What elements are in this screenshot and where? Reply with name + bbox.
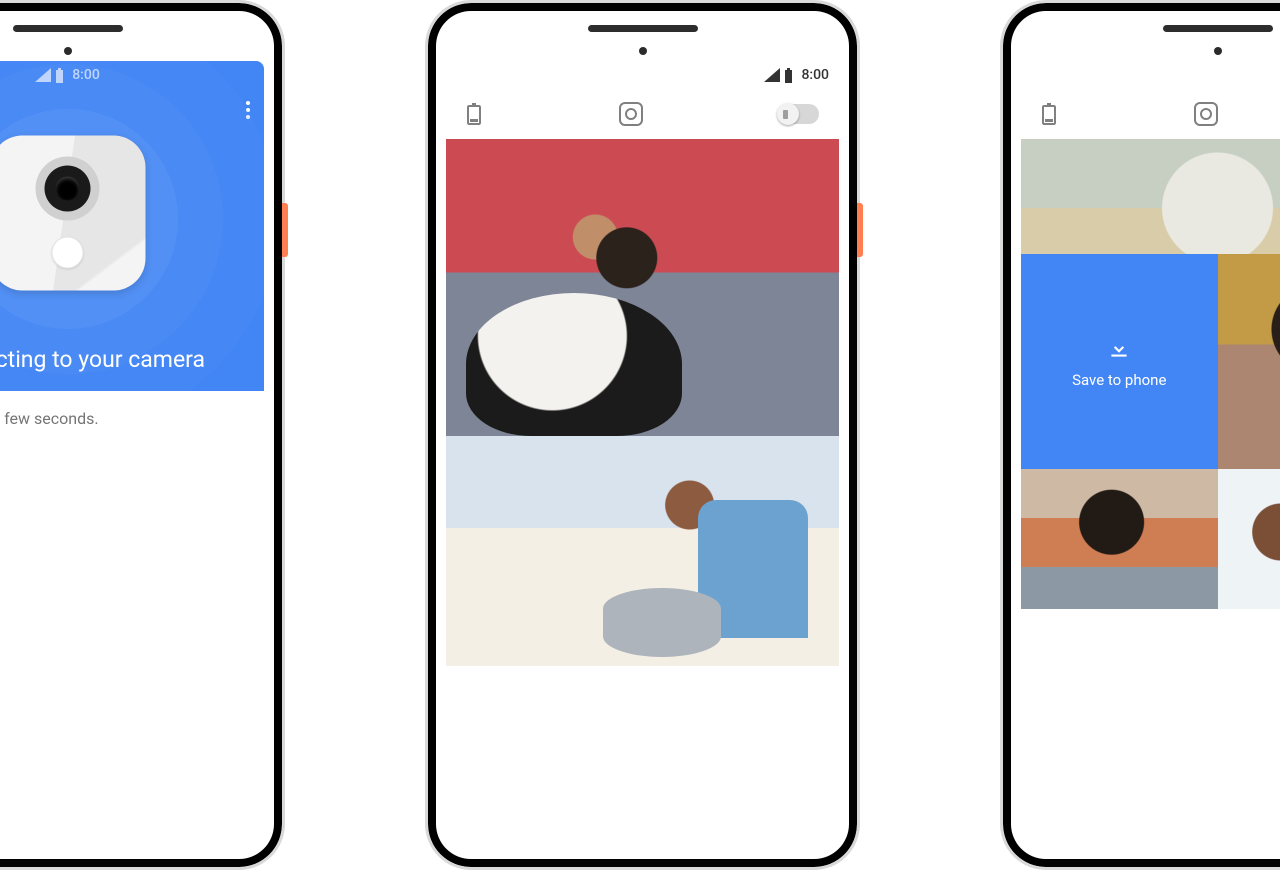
clip-grid: Save to phone xyxy=(1021,139,1280,609)
photo-sofa xyxy=(1021,469,1218,609)
connecting-headline: Connecting to your camera xyxy=(0,346,205,373)
phone-frame-1: 8:00 Connecting to your camera This will… xyxy=(0,0,285,870)
clip-thumbnail[interactable] xyxy=(446,436,839,666)
camera-nav-icon[interactable] xyxy=(618,101,644,127)
power-button xyxy=(282,203,288,257)
screen-3: 8:00 Save to phone xyxy=(1021,61,1280,831)
clip-thumbnail[interactable] xyxy=(1218,469,1280,609)
clip-thumbnail[interactable] xyxy=(446,139,839,436)
photo-family-dog xyxy=(446,139,839,436)
photo-portrait xyxy=(1218,254,1280,469)
speaker-grille xyxy=(588,25,698,32)
battery-icon xyxy=(784,68,793,83)
speaker-grille xyxy=(1163,25,1273,32)
download-icon xyxy=(1106,335,1132,361)
connect-hero: 8:00 Connecting to your camera xyxy=(0,61,264,391)
clip-thumbnail[interactable] xyxy=(1218,254,1280,469)
clip-thumbnail[interactable] xyxy=(1021,139,1280,254)
view-toggle[interactable] xyxy=(779,104,819,124)
screen-2: 8:00 xyxy=(446,61,839,831)
battery-low-icon[interactable] xyxy=(1041,103,1057,125)
app-bar xyxy=(446,89,839,139)
status-time: 8:00 xyxy=(801,67,829,83)
phone-frame-3: 8:00 Save to phone xyxy=(1000,0,1280,870)
front-camera-dot xyxy=(1214,47,1222,55)
photo-kitchen xyxy=(446,436,839,666)
battery-low-icon[interactable] xyxy=(466,103,482,125)
camera-nav-icon[interactable] xyxy=(1193,101,1219,127)
save-label: Save to phone xyxy=(1072,371,1166,389)
signal-icon xyxy=(764,68,780,82)
connecting-subtext: This will take a few seconds. xyxy=(0,391,264,446)
clip-thumbnail[interactable] xyxy=(1021,469,1218,609)
save-to-phone-button[interactable]: Save to phone xyxy=(1021,254,1218,469)
front-camera-dot xyxy=(64,47,72,55)
power-button xyxy=(857,203,863,257)
clips-camera-illustration xyxy=(0,135,145,290)
status-bar: 8:00 xyxy=(1021,61,1280,89)
speaker-grille xyxy=(13,25,123,32)
front-camera-dot xyxy=(639,47,647,55)
status-bar: 8:00 xyxy=(446,61,839,89)
app-bar xyxy=(1021,89,1280,139)
photo-kitchen-2 xyxy=(1218,469,1280,609)
screen-1: 8:00 Connecting to your camera This will… xyxy=(0,61,264,831)
clip-gallery xyxy=(446,139,839,666)
photo-mixing-bowl xyxy=(1021,139,1280,254)
lens-icon xyxy=(36,157,100,221)
phone-frame-2: 8:00 xyxy=(425,0,860,870)
shutter-button-illustration xyxy=(52,237,84,269)
